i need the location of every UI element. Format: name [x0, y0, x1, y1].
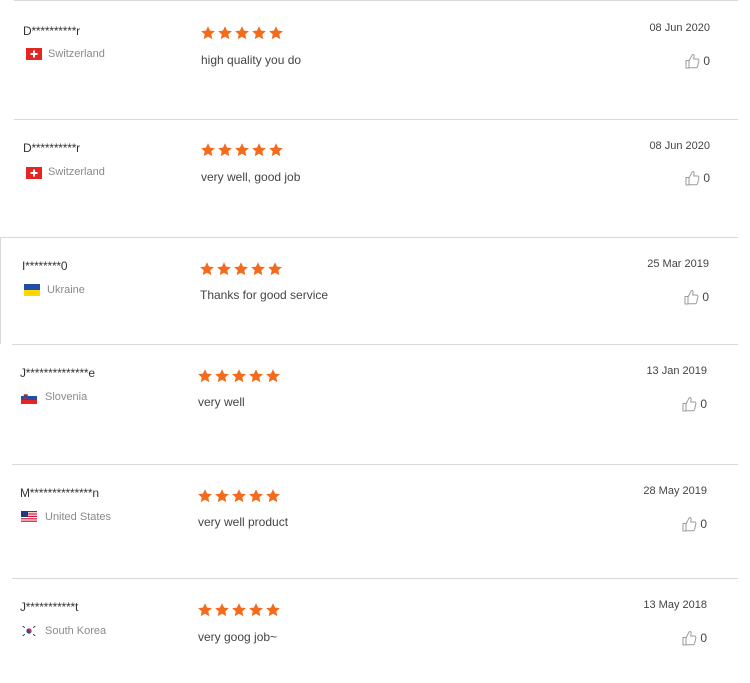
review-date: 28 May 2019	[643, 485, 707, 497]
review-list: D**********r Switzerland high quality yo…	[0, 0, 750, 683]
switzerland-flag-icon	[26, 167, 42, 179]
star-icon	[250, 261, 266, 277]
like-count: 0	[700, 396, 707, 411]
star-icon	[268, 142, 284, 158]
helpful-button[interactable]: 0	[684, 288, 709, 306]
united-states-flag-icon	[21, 511, 37, 523]
helpful-button[interactable]: 0	[682, 395, 707, 413]
review-item: D**********r Switzerland very well, good…	[0, 119, 750, 237]
star-rating	[197, 368, 282, 386]
ukraine-flag-icon	[24, 284, 40, 296]
star-icon	[197, 602, 213, 618]
star-icon	[268, 25, 284, 41]
divider	[0, 237, 738, 238]
like-count: 0	[703, 170, 710, 185]
review-comment: Thanks for good service	[200, 288, 329, 302]
reviewer-name: M**************n	[20, 486, 99, 500]
star-rating	[200, 25, 285, 43]
star-icon	[265, 602, 281, 618]
like-count: 0	[702, 289, 709, 304]
like-count: 0	[700, 630, 707, 645]
south-korea-flag-icon	[21, 625, 37, 637]
thumbs-up-icon	[685, 53, 700, 69]
thumbs-up-icon	[682, 516, 697, 532]
star-icon	[265, 368, 281, 384]
star-icon	[214, 368, 230, 384]
reviewer-name: D**********r	[23, 141, 80, 155]
reviewer-name: I********0	[22, 259, 68, 273]
star-icon	[234, 25, 250, 41]
review-comment: very well, good job	[201, 170, 301, 184]
star-icon	[265, 488, 281, 504]
star-icon	[231, 602, 247, 618]
star-icon	[214, 488, 230, 504]
review-date: 13 Jan 2019	[646, 365, 707, 377]
divider	[14, 119, 738, 120]
thumbs-up-icon	[684, 289, 699, 305]
star-rating	[200, 142, 285, 160]
review-date: 08 Jun 2020	[649, 22, 710, 34]
thumbs-up-icon	[685, 170, 700, 186]
review-comment: very goog job~	[198, 630, 278, 644]
reviewer-name: J***********t	[20, 600, 79, 614]
thumbs-up-icon	[682, 630, 697, 646]
star-icon	[200, 25, 216, 41]
star-rating	[197, 602, 282, 620]
review-comment: high quality you do	[201, 53, 302, 67]
review-item: D**********r Switzerland high quality yo…	[0, 0, 750, 119]
star-rating	[199, 261, 284, 279]
review-date: 08 Jun 2020	[649, 140, 710, 152]
star-icon	[214, 602, 230, 618]
star-icon	[199, 261, 215, 277]
divider	[12, 578, 738, 579]
reviewer-country: United States	[45, 511, 112, 523]
divider	[12, 464, 738, 465]
star-icon	[197, 488, 213, 504]
review-item: M**************n United States very well…	[0, 464, 750, 578]
helpful-button[interactable]: 0	[685, 169, 710, 187]
review-comment: very well	[198, 395, 245, 409]
review-date: 13 May 2018	[643, 599, 707, 611]
reviewer-country: South Korea	[45, 625, 107, 637]
review-comment: very well product	[198, 515, 289, 529]
reviewer-country: Slovenia	[45, 391, 88, 403]
reviewer-name: J**************e	[20, 366, 95, 380]
star-icon	[216, 261, 232, 277]
star-icon	[251, 25, 267, 41]
review-item: J***********t South Korea very goog job~…	[0, 578, 750, 683]
divider	[12, 344, 738, 345]
slovenia-flag-icon	[21, 392, 37, 404]
helpful-button[interactable]: 0	[685, 52, 710, 70]
review-item: I********0 Ukraine Thanks for good servi…	[0, 237, 750, 344]
review-item: J**************e Slovenia very well 13 J…	[0, 344, 750, 464]
divider	[14, 0, 738, 1]
star-rating	[197, 488, 282, 506]
star-icon	[248, 368, 264, 384]
star-icon	[233, 261, 249, 277]
like-count: 0	[703, 53, 710, 68]
star-icon	[231, 488, 247, 504]
star-icon	[231, 368, 247, 384]
star-icon	[217, 25, 233, 41]
reviewer-country: Switzerland	[48, 166, 105, 178]
star-icon	[197, 368, 213, 384]
helpful-button[interactable]: 0	[682, 515, 707, 533]
review-date: 25 Mar 2019	[647, 258, 709, 270]
star-icon	[200, 142, 216, 158]
star-icon	[248, 488, 264, 504]
reviewer-country: Ukraine	[47, 284, 85, 296]
helpful-button[interactable]: 0	[682, 629, 707, 647]
reviewer-name: D**********r	[23, 24, 80, 38]
star-icon	[248, 602, 264, 618]
star-icon	[251, 142, 267, 158]
star-icon	[267, 261, 283, 277]
like-count: 0	[700, 516, 707, 531]
reviewer-country: Switzerland	[48, 48, 105, 60]
thumbs-up-icon	[682, 396, 697, 412]
star-icon	[234, 142, 250, 158]
switzerland-flag-icon	[26, 48, 42, 60]
star-icon	[217, 142, 233, 158]
